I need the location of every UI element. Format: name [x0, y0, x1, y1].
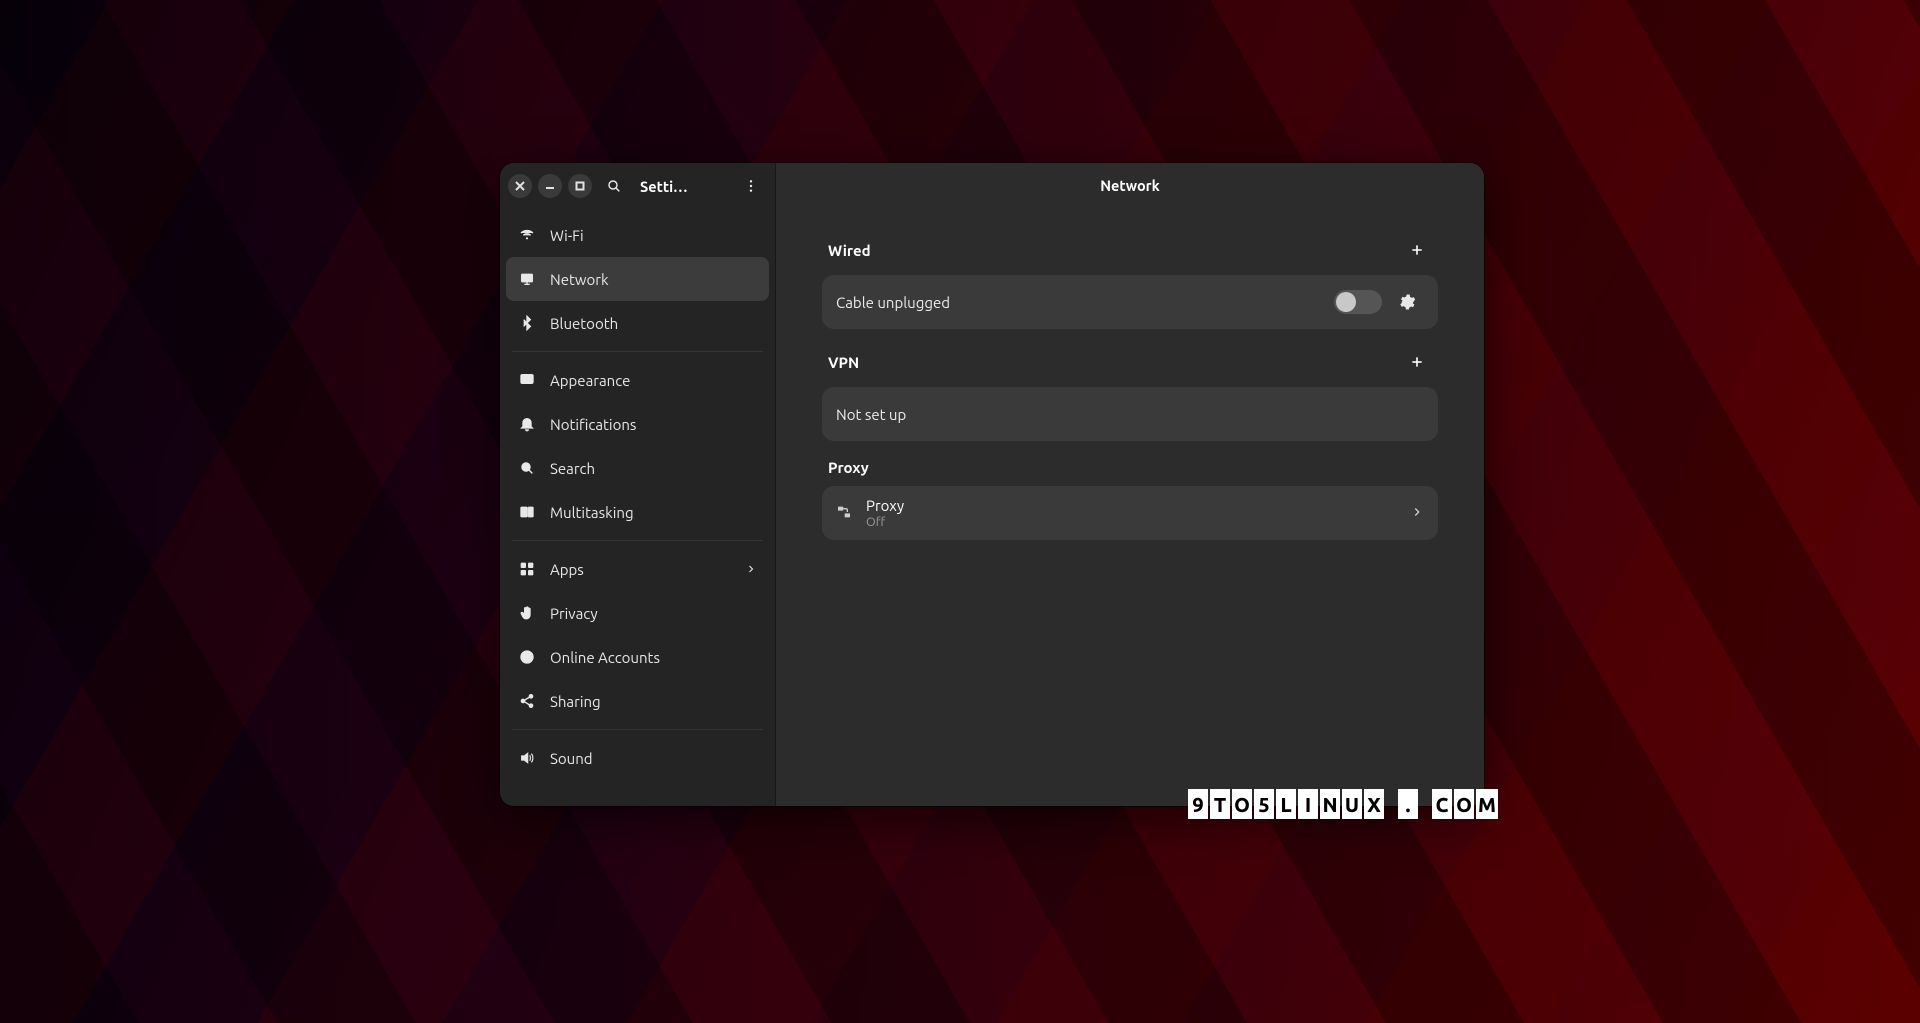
sidebar-label: Privacy: [550, 605, 757, 622]
bluetooth-icon: [518, 315, 536, 331]
sidebar-label: Sound: [550, 750, 757, 767]
sidebar-label: Sharing: [550, 693, 757, 710]
bell-icon: [518, 416, 536, 432]
content-pane: Network Wired Cable unplugged VPN: [776, 163, 1484, 806]
proxy-row-subtitle: Off: [866, 515, 1396, 530]
sidebar-label: Bluetooth: [550, 315, 757, 332]
proxy-row-title: Proxy: [866, 497, 1396, 515]
vpn-status-row: Not set up: [822, 387, 1438, 441]
settings-window: Settings Wi-Fi Network Bluetooth: [500, 163, 1484, 806]
settings-sidebar: Settings Wi-Fi Network Bluetooth: [500, 163, 776, 806]
sidebar-separator: [512, 540, 763, 541]
vpn-status-text: Not set up: [836, 406, 906, 423]
sidebar-item-privacy[interactable]: Privacy: [506, 591, 769, 635]
proxy-row[interactable]: Proxy Off: [822, 486, 1438, 540]
sidebar-label: Apps: [550, 561, 731, 578]
proxy-icon: [836, 504, 852, 523]
search-button[interactable]: [598, 170, 630, 202]
sidebar-item-online-accounts[interactable]: Online Accounts: [506, 635, 769, 679]
watermark: 9TO5 LINUX . COM: [1188, 789, 1498, 819]
hand-icon: [518, 605, 536, 621]
sidebar-item-network[interactable]: Network: [506, 257, 769, 301]
wifi-icon: [518, 227, 536, 243]
sidebar-item-wifi[interactable]: Wi-Fi: [506, 213, 769, 257]
sidebar-label: Wi-Fi: [550, 227, 757, 244]
sidebar-item-sharing[interactable]: Sharing: [506, 679, 769, 723]
globe-icon: [518, 649, 536, 665]
sidebar-label: Network: [550, 271, 757, 288]
search-icon: [518, 460, 536, 476]
network-icon: [518, 271, 536, 287]
sidebar-label: Search: [550, 460, 757, 477]
sound-icon: [518, 750, 536, 766]
multitasking-icon: [518, 504, 536, 520]
sidebar-item-notifications[interactable]: Notifications: [506, 402, 769, 446]
section-title: Proxy: [828, 459, 869, 476]
wired-toggle[interactable]: [1334, 290, 1382, 314]
section-head-proxy: Proxy: [828, 459, 1432, 476]
sidebar-item-sound[interactable]: Sound: [506, 736, 769, 780]
apps-icon: [518, 561, 536, 577]
maximize-button[interactable]: [568, 174, 592, 198]
chevron-right-icon: [745, 561, 757, 578]
add-wired-button[interactable]: [1402, 235, 1432, 265]
close-button[interactable]: [508, 174, 532, 198]
sidebar-item-bluetooth[interactable]: Bluetooth: [506, 301, 769, 345]
app-title: Settings: [640, 178, 692, 195]
wired-status-row: Cable unplugged: [822, 275, 1438, 329]
content-body: Wired Cable unplugged VPN Not: [776, 209, 1484, 540]
section-title: Wired: [828, 242, 871, 259]
chevron-right-icon: [1410, 505, 1424, 522]
sidebar-separator: [512, 351, 763, 352]
sidebar-item-multitasking[interactable]: Multitasking: [506, 490, 769, 534]
sidebar-separator: [512, 729, 763, 730]
sidebar-header: Settings: [500, 163, 775, 209]
section-title: VPN: [828, 354, 859, 371]
appearance-icon: [518, 372, 536, 388]
minimize-button[interactable]: [538, 174, 562, 198]
hamburger-menu-button[interactable]: [735, 170, 767, 202]
wired-settings-button[interactable]: [1390, 285, 1424, 319]
sidebar-item-apps[interactable]: Apps: [506, 547, 769, 591]
add-vpn-button[interactable]: [1402, 347, 1432, 377]
share-icon: [518, 693, 536, 709]
wired-status-text: Cable unplugged: [836, 294, 1334, 311]
sidebar-item-appearance[interactable]: Appearance: [506, 358, 769, 402]
section-head-wired: Wired: [828, 235, 1432, 265]
sidebar-item-search[interactable]: Search: [506, 446, 769, 490]
sidebar-label: Notifications: [550, 416, 757, 433]
page-title: Network: [776, 163, 1484, 209]
section-head-vpn: VPN: [828, 347, 1432, 377]
sidebar-label: Multitasking: [550, 504, 757, 521]
sidebar-label: Appearance: [550, 372, 757, 389]
sidebar-label: Online Accounts: [550, 649, 757, 666]
sidebar-nav: Wi-Fi Network Bluetooth Appearance Notif…: [500, 209, 775, 790]
